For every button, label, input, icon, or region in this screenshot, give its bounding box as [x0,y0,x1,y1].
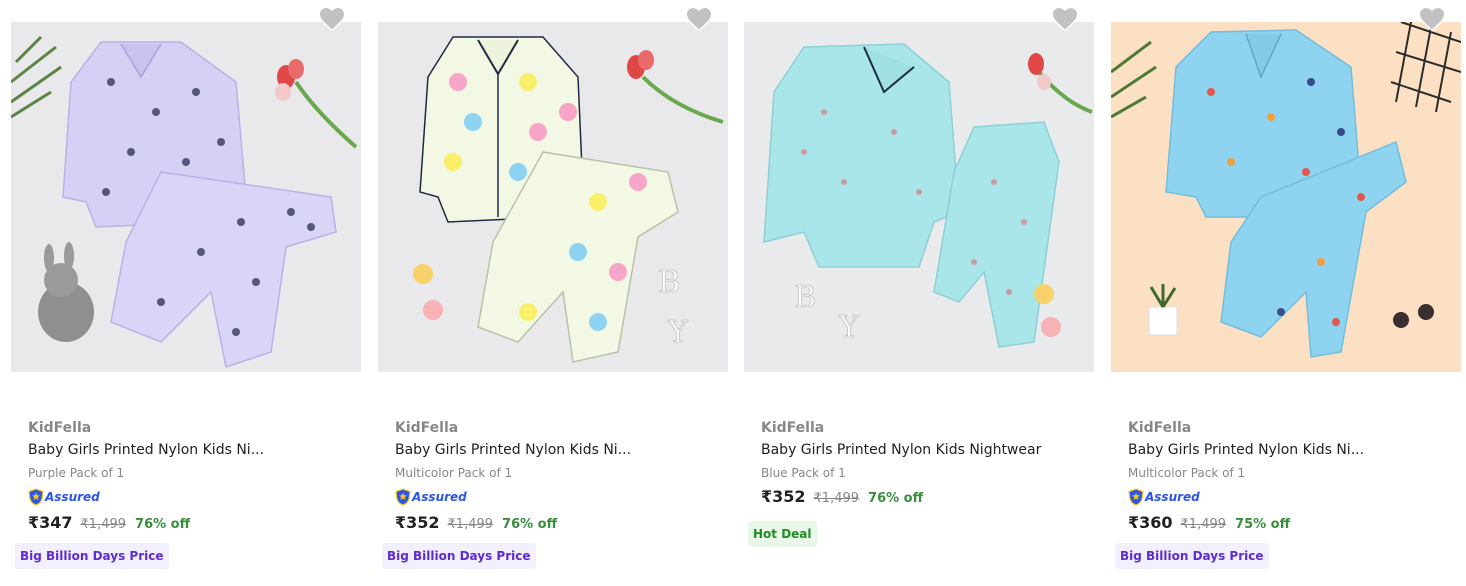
selling-price: ₹360 [1128,513,1173,532]
product-info: KidFella Baby Girls Printed Nylon Kids N… [382,418,725,569]
selling-price: ₹347 [28,513,73,532]
discount-percent: 76% off [868,491,924,506]
discount-percent: 75% off [1235,517,1291,532]
product-card[interactable]: KidFella Baby Girls Printed Nylon Kids N… [1111,0,1461,586]
price-row: ₹347 ₹1,499 76% off [28,513,358,535]
brand-name: KidFella [395,420,459,436]
brand-name: KidFella [28,420,92,436]
assured-shield-icon [395,488,411,506]
wishlist-heart-icon[interactable] [684,4,714,32]
brand-name: KidFella [761,420,825,436]
price-row: ₹352 ₹1,499 76% off [395,513,725,535]
product-image[interactable] [1111,22,1461,372]
selling-price: ₹352 [761,487,806,506]
product-card[interactable]: KidFella Baby Girls Printed Nylon Kids N… [11,0,361,586]
discount-percent: 76% off [135,517,191,532]
product-variant: Blue Pack of 1 [761,466,846,480]
product-card[interactable]: B Y KidFella Baby Girls Printed Nylon Ki… [378,0,728,586]
product-info: KidFella Baby Girls Printed Nylon Kids N… [748,418,1091,547]
product-grid: KidFella Baby Girls Printed Nylon Kids N… [0,0,1466,586]
product-image[interactable] [11,22,361,372]
wishlist-heart-icon[interactable] [317,4,347,32]
product-title[interactable]: Baby Girls Printed Nylon Kids Ni... [28,440,328,460]
product-title[interactable]: Baby Girls Printed Nylon Kids Ni... [1128,440,1428,460]
assured-shield-icon [28,488,44,506]
hot-deal-badge: Hot Deal [748,521,817,547]
assured-shield-icon [1128,488,1144,506]
assured-badge: Assured [1128,487,1458,507]
big-billion-days-badge: Big Billion Days Price [15,543,169,569]
product-card[interactable]: B Y KidFella Baby Girls Printed Nylon Ki… [744,0,1094,586]
product-variant: Purple Pack of 1 [28,466,125,480]
selling-price: ₹352 [395,513,440,532]
assured-badge: Assured [395,487,725,507]
wishlist-heart-icon[interactable] [1050,4,1080,32]
product-title[interactable]: Baby Girls Printed Nylon Kids Ni... [395,440,695,460]
svg-text:B: B [658,265,680,300]
product-image[interactable]: B Y [378,22,728,372]
original-price: ₹1,499 [1180,517,1227,532]
product-variant: Multicolor Pack of 1 [1128,466,1246,480]
assured-text: Assured [1145,490,1200,504]
brand-name: KidFella [1128,420,1192,436]
product-info: KidFella Baby Girls Printed Nylon Kids N… [1115,418,1458,569]
product-title[interactable]: Baby Girls Printed Nylon Kids Nightwear [761,440,1061,460]
price-row: ₹360 ₹1,499 75% off [1128,513,1458,535]
big-billion-days-badge: Big Billion Days Price [382,543,536,569]
assured-text: Assured [412,490,467,504]
original-price: ₹1,499 [447,517,494,532]
product-variant: Multicolor Pack of 1 [395,466,513,480]
product-image[interactable]: B Y [744,22,1094,372]
price-row: ₹352 ₹1,499 76% off [761,487,1091,509]
original-price: ₹1,499 [80,517,127,532]
svg-text:B: B [794,280,816,315]
svg-text:Y: Y [838,310,860,345]
wishlist-heart-icon[interactable] [1417,4,1447,32]
discount-percent: 76% off [502,517,558,532]
original-price: ₹1,499 [813,491,860,506]
big-billion-days-badge: Big Billion Days Price [1115,543,1269,569]
assured-text: Assured [45,490,100,504]
product-info: KidFella Baby Girls Printed Nylon Kids N… [15,418,358,569]
svg-text:Y: Y [667,315,689,350]
assured-badge: Assured [28,487,358,507]
